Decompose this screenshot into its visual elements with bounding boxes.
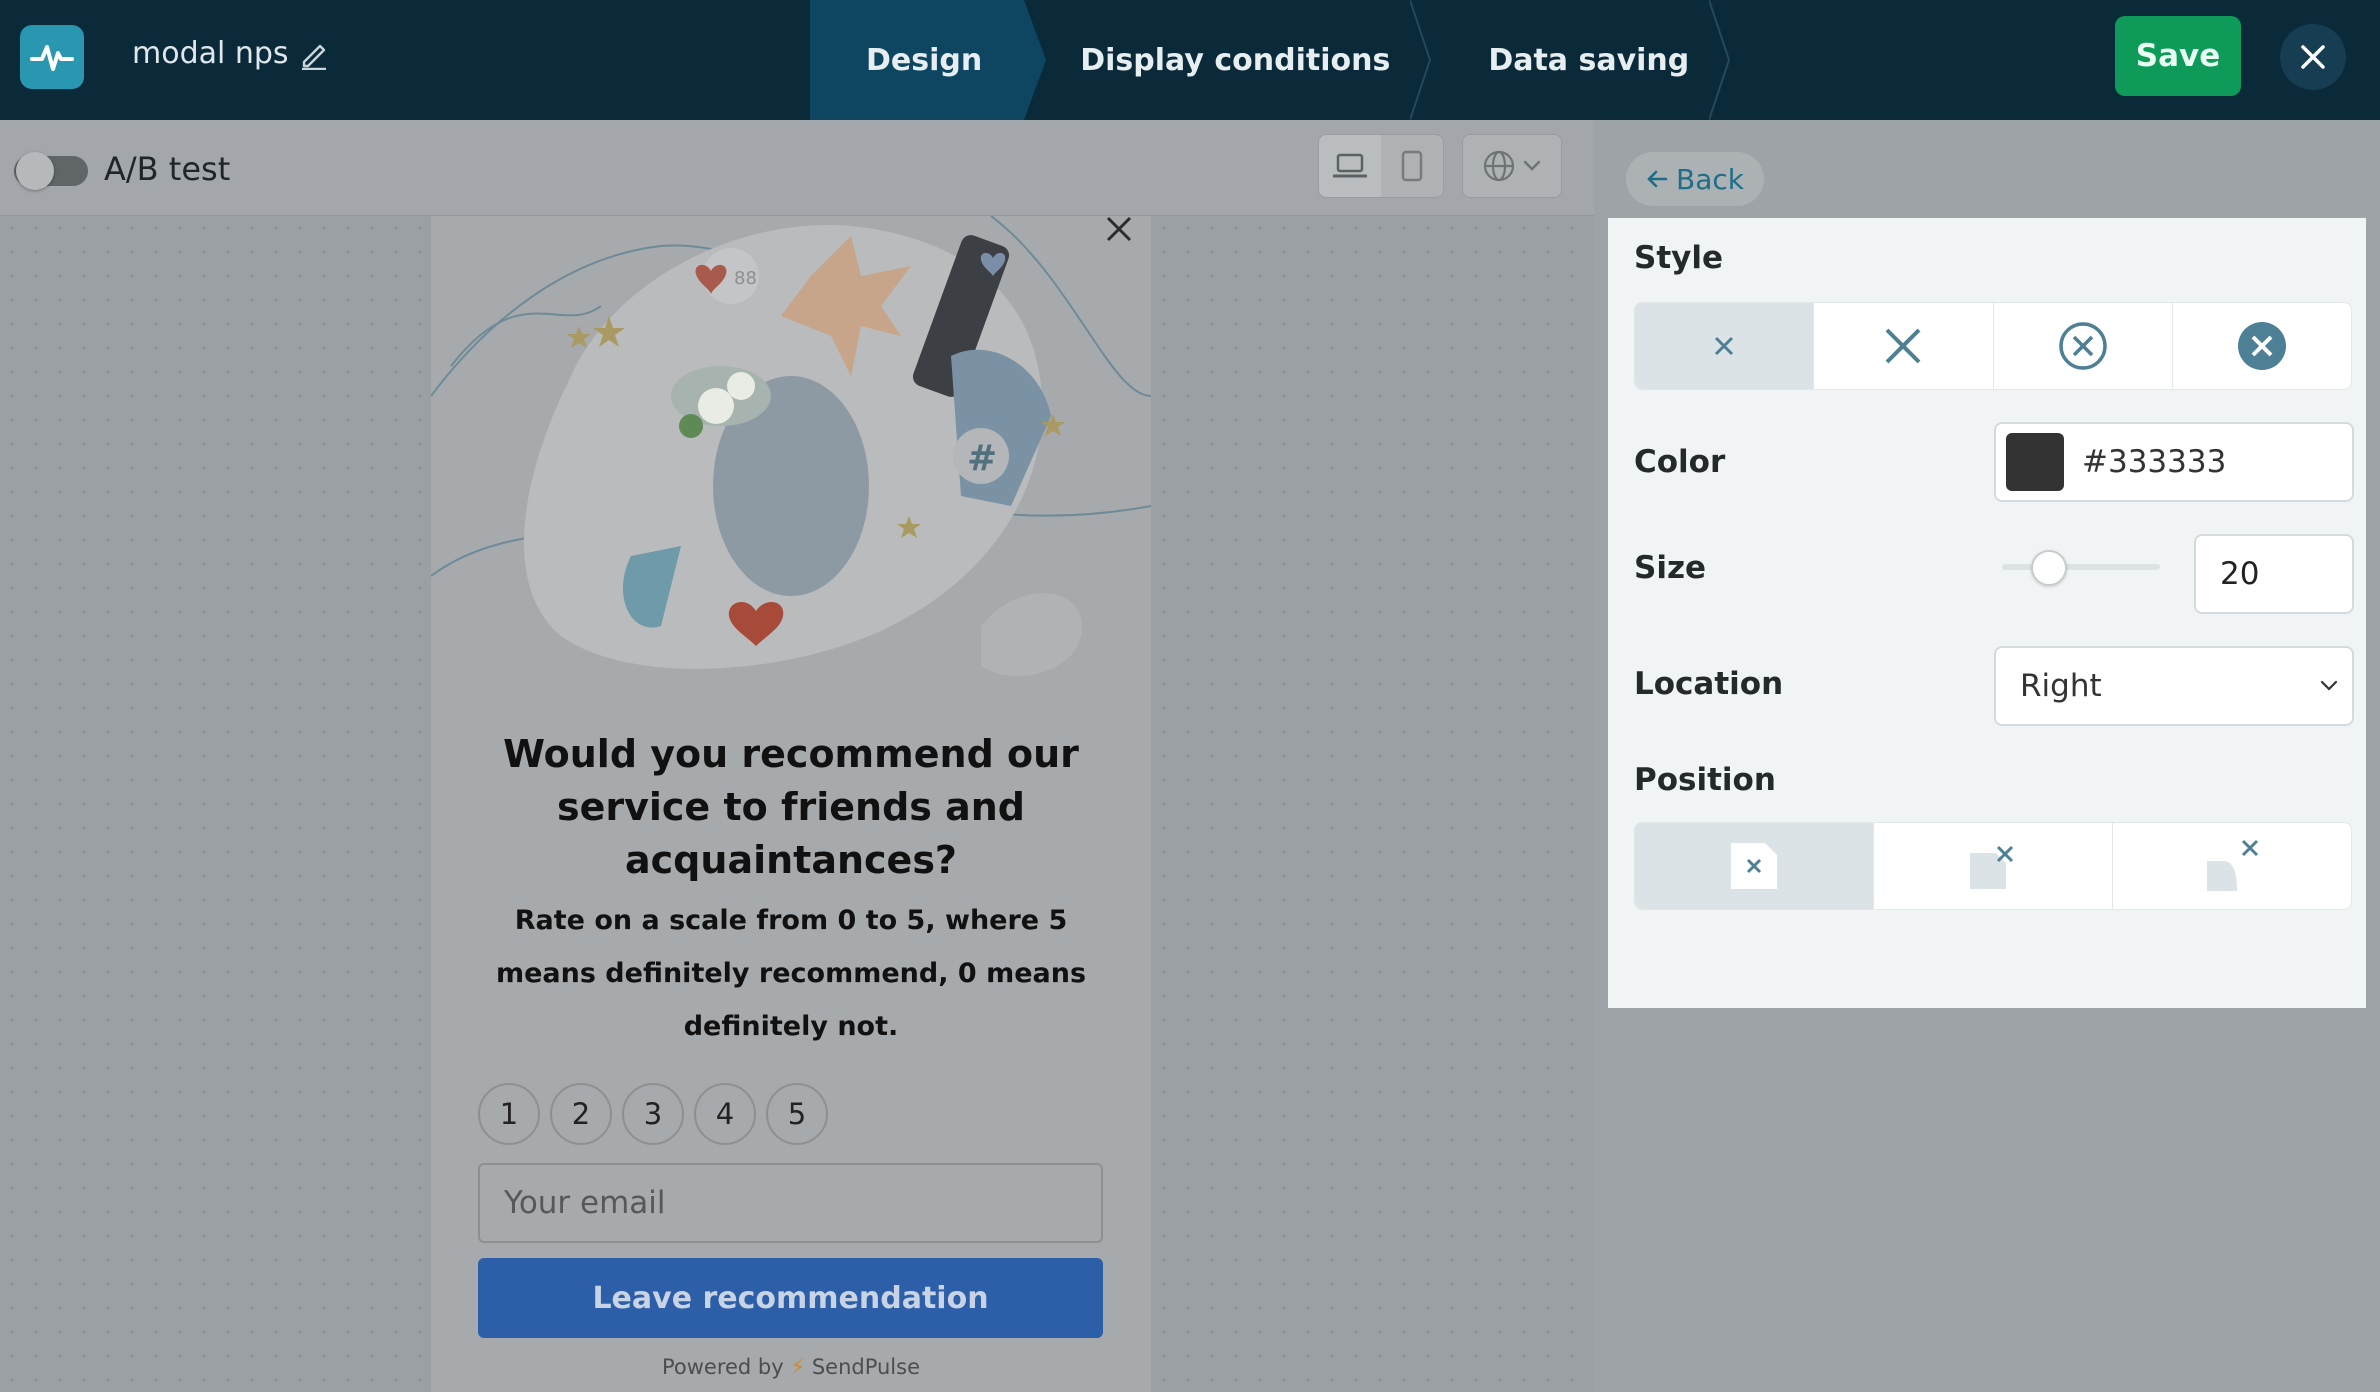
hero-illustration: 88 #	[431, 216, 1151, 676]
style-option-circle-filled[interactable]	[2173, 303, 2351, 389]
position-option-outside[interactable]	[2113, 823, 2351, 909]
rating-option[interactable]: 1	[478, 1083, 540, 1145]
hero-hashtag: #	[967, 438, 997, 479]
rating-option[interactable]: 2	[550, 1083, 612, 1145]
location-value: Right	[2020, 668, 2102, 704]
pencil-icon[interactable]	[298, 38, 330, 71]
save-button[interactable]: Save	[2115, 16, 2241, 96]
app-logo-icon[interactable]	[20, 25, 84, 89]
size-input[interactable]	[2194, 534, 2354, 614]
powered-by-brand: SendPulse	[811, 1355, 921, 1379]
style-label: Style	[1634, 240, 1724, 276]
x-small-icon	[1715, 336, 1734, 356]
position-label: Position	[1634, 762, 1776, 798]
popup-question-subtitle: Rate on a scale from 0 to 5, where 5 mea…	[495, 905, 1087, 1042]
x-circle-filled-icon	[2237, 322, 2286, 370]
lightning-icon: ⚡	[790, 1355, 806, 1379]
ab-test-toggle-knob[interactable]	[16, 152, 54, 190]
popup-close-icon[interactable]	[1102, 212, 1136, 246]
powered-by-prefix: Powered by	[661, 1355, 784, 1379]
position-option-corner[interactable]	[1874, 823, 2113, 909]
close-style-selector	[1634, 302, 2352, 390]
size-slider-track[interactable]	[2002, 564, 2160, 570]
back-button[interactable]: Back	[1626, 152, 1764, 206]
chevron-down-icon	[1523, 160, 1541, 171]
back-label: Back	[1676, 162, 1744, 196]
desktop-view-button[interactable]	[1319, 135, 1381, 197]
laptop-icon	[1333, 153, 1367, 178]
top-bar: modal nps Design Display conditions Data…	[0, 0, 2380, 120]
x-large-icon	[1885, 328, 1921, 364]
size-label: Size	[1634, 550, 1707, 586]
color-swatch[interactable]	[2006, 433, 2064, 491]
rating-option[interactable]: 4	[694, 1083, 756, 1145]
position-outside-icon	[2207, 839, 2259, 891]
ab-test-label: A/B test	[104, 150, 231, 188]
close-editor-button[interactable]	[2280, 24, 2346, 90]
position-option-inside[interactable]	[1635, 823, 1874, 909]
rating-scale: 1 2 3 4 5	[478, 1083, 828, 1145]
chevron-down-icon	[2320, 680, 2338, 691]
color-label: Color	[1634, 444, 1726, 480]
popup-question-title: Would you recommend our service to frien…	[503, 732, 1079, 882]
color-picker-field[interactable]: #333333	[1994, 422, 2354, 502]
position-corner-icon	[1970, 845, 2014, 889]
position-inside-icon	[1731, 843, 1777, 889]
step-separator	[1709, 0, 1731, 120]
arrow-left-icon	[1647, 170, 1668, 188]
hero-badge-count: 88	[734, 268, 757, 289]
location-label: Location	[1634, 666, 1784, 702]
close-position-selector	[1634, 822, 2352, 910]
x-circle-outline-icon	[2058, 322, 2107, 370]
globe-icon	[1483, 150, 1515, 182]
style-option-circle-outline[interactable]	[1994, 303, 2173, 389]
phone-icon	[1401, 150, 1423, 182]
step-design[interactable]: Design	[810, 0, 1047, 120]
step-display-conditions[interactable]: Display conditions	[1024, 0, 1432, 120]
style-option-small-x[interactable]	[1635, 303, 1815, 389]
mobile-view-button[interactable]	[1381, 135, 1443, 197]
device-switcher	[1318, 134, 1444, 198]
rating-option[interactable]: 3	[622, 1083, 684, 1145]
leave-recommendation-button[interactable]: Leave recommendation	[478, 1258, 1103, 1338]
step-separator	[1410, 0, 1432, 120]
step-data-saving[interactable]: Data saving	[1432, 0, 1731, 120]
style-option-large-x[interactable]	[1814, 303, 1994, 389]
wizard-steps: Design Display conditions Data saving	[810, 0, 1731, 120]
rating-option[interactable]: 5	[766, 1083, 828, 1145]
location-select[interactable]: Right	[1994, 646, 2354, 726]
powered-by[interactable]: Powered by ⚡ SendPulse	[481, 1355, 1101, 1379]
color-value: #333333	[2082, 444, 2227, 480]
language-dropdown[interactable]	[1462, 134, 1562, 198]
email-field[interactable]	[478, 1163, 1103, 1243]
project-name: modal nps	[132, 36, 289, 71]
close-icon	[2301, 45, 2325, 69]
